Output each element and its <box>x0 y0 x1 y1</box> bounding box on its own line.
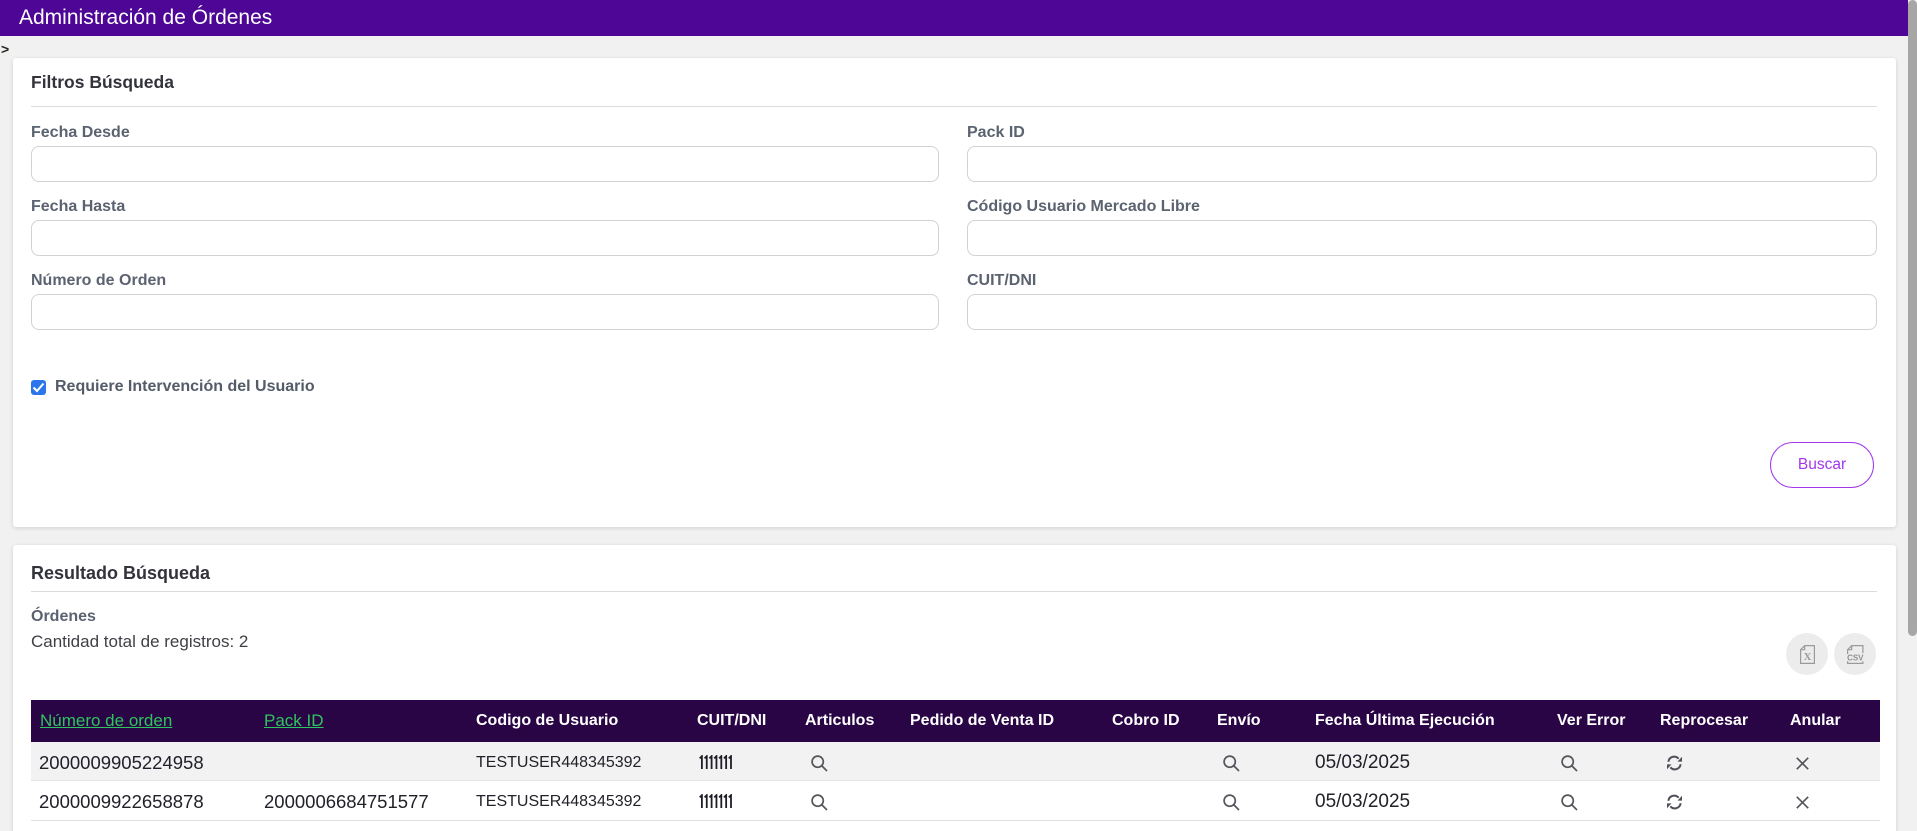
svg-text:CSV: CSV <box>1847 653 1864 662</box>
svg-text:X: X <box>1804 652 1812 663</box>
